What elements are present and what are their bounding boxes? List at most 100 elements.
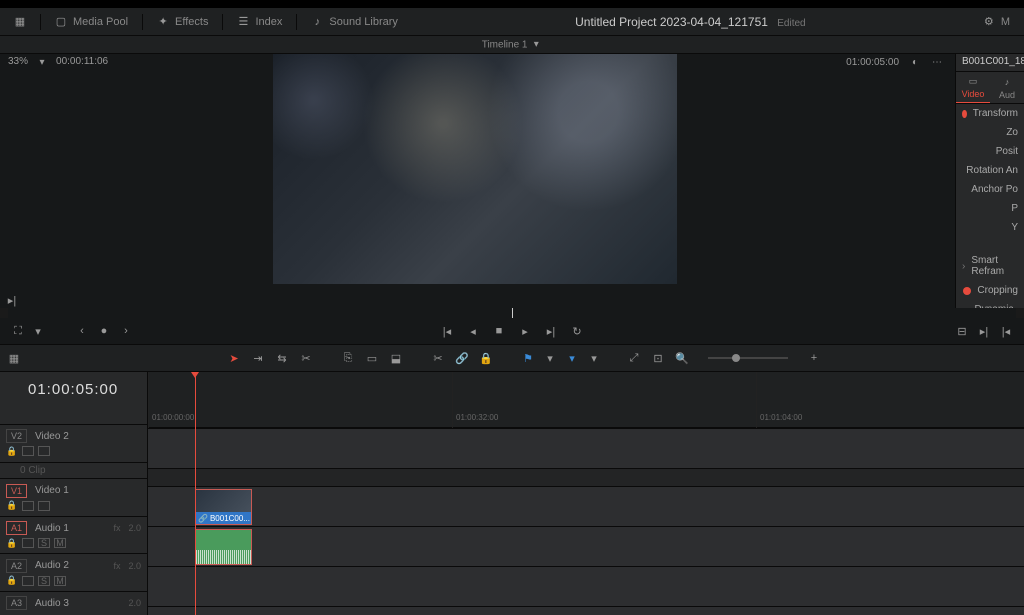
solo-button[interactable]: S <box>38 576 50 586</box>
selection-tool-icon[interactable]: ➤ <box>228 352 240 364</box>
track-enable-icon[interactable] <box>38 501 50 511</box>
inspector-pitch[interactable]: P <box>956 199 1024 218</box>
chevron-down-icon[interactable]: ▾ <box>34 325 42 337</box>
track-tag[interactable]: A3 <box>6 596 27 610</box>
track-row-v2[interactable] <box>148 428 1024 468</box>
track-row-a1[interactable] <box>148 526 1024 566</box>
bypass-icon[interactable]: ◐ <box>909 56 921 68</box>
track-row-a2[interactable] <box>148 566 1024 606</box>
source-timecode[interactable]: 00:00:11:06 <box>56 56 108 68</box>
inspector-transform[interactable]: Transform <box>956 104 1024 123</box>
menubar[interactable] <box>0 0 1024 8</box>
nav-dot-icon[interactable]: ● <box>98 325 110 337</box>
inspector-zoom[interactable]: Zo <box>956 123 1024 142</box>
next-clip-icon[interactable]: ▸| <box>978 325 990 337</box>
track-tag[interactable]: A2 <box>6 559 27 573</box>
insert-icon[interactable]: ⎘ <box>342 352 354 364</box>
auto-select-icon[interactable] <box>22 538 34 548</box>
blade-tool-icon[interactable]: ✂ <box>300 352 312 364</box>
timeline-timecode[interactable]: 01:00:05:00 <box>0 372 147 407</box>
timeline-name[interactable]: Timeline 1 <box>482 39 528 50</box>
nav-prev-icon[interactable]: ‹ <box>76 325 88 337</box>
track-head-v2[interactable]: V2Video 2 🔒 <box>0 424 147 462</box>
mute-button[interactable]: M <box>54 576 66 586</box>
replace-icon[interactable]: ⬓ <box>390 352 402 364</box>
audio-clip[interactable] <box>195 529 252 565</box>
auto-select-icon[interactable] <box>22 576 34 586</box>
lock-icon[interactable]: 🔒 <box>6 500 18 512</box>
dynamic-trim-icon[interactable]: ⇆ <box>276 352 288 364</box>
track-row-v1[interactable]: 🔗B001C00... <box>148 486 1024 526</box>
zoom-detail-icon[interactable]: ⊡ <box>652 352 664 364</box>
overwrite-icon[interactable]: ▭ <box>366 352 378 364</box>
timeline-tracks[interactable]: 01:00:00:00 01:00:32:00 01:01:04:00 🔗B00… <box>148 372 1024 615</box>
lock-icon[interactable]: 🔒 <box>6 445 18 457</box>
chevron-down-icon[interactable]: ▾ <box>546 352 554 364</box>
track-tag[interactable]: V2 <box>6 429 27 443</box>
inspector-position[interactable]: Posit <box>956 142 1024 161</box>
match-frame-icon[interactable]: ⊟ <box>956 325 968 337</box>
zoom-custom-icon[interactable]: 🔍 <box>676 352 688 364</box>
lock-icon[interactable]: 🔒 <box>6 575 18 587</box>
preview-monitor[interactable] <box>273 54 677 284</box>
track-enable-icon[interactable] <box>38 446 50 456</box>
timeline-ruler[interactable]: 01:00:00:00 01:00:32:00 01:01:04:00 <box>148 410 1024 428</box>
inspector-smart-reframe[interactable]: ›Smart Refram <box>956 251 1024 281</box>
chevron-down-icon[interactable]: ▾ <box>530 39 542 51</box>
inspector-dynamic-zoom[interactable]: Dynamic Zo <box>956 300 1024 308</box>
nav-next-icon[interactable]: › <box>120 325 132 337</box>
track-head-v1[interactable]: V1Video 1 🔒 <box>0 478 147 516</box>
auto-select-icon[interactable] <box>22 501 34 511</box>
jump-end-icon[interactable]: ▸| <box>6 294 18 306</box>
lock-icon[interactable]: 🔒 <box>480 352 492 364</box>
go-end-icon[interactable]: ▸| <box>545 325 557 337</box>
options-icon[interactable]: ⋯ <box>931 56 943 68</box>
track-tag[interactable]: V1 <box>6 484 27 498</box>
track-row-v2b[interactable] <box>148 468 1024 486</box>
index-button[interactable]: ☰Index <box>227 12 292 32</box>
timeline-view-icon[interactable]: ▦ <box>8 352 20 364</box>
loop-icon[interactable]: ↻ <box>571 325 583 337</box>
viewer-scrubber[interactable] <box>8 308 1016 318</box>
go-start-icon[interactable]: |◂ <box>441 325 453 337</box>
inspector-cropping[interactable]: Cropping <box>956 281 1024 300</box>
lock-icon[interactable]: 🔒 <box>6 537 18 549</box>
track-row-a3[interactable] <box>148 606 1024 615</box>
zoom-in-icon[interactable]: + <box>808 352 820 364</box>
toggle-dot-icon[interactable] <box>962 110 967 118</box>
play-icon[interactable]: ▸ <box>519 325 531 337</box>
chevron-down-icon[interactable]: ▾ <box>38 56 46 68</box>
trim-tool-icon[interactable]: ⇥ <box>252 352 264 364</box>
zoom-fit-icon[interactable]: ⤢ <box>628 352 640 364</box>
flag-icon[interactable]: ⚑ <box>522 352 534 364</box>
sound-library-button[interactable]: ♪Sound Library <box>301 12 408 32</box>
track-head-a2[interactable]: A2Audio 2fx2.0 🔒SM <box>0 553 147 591</box>
toggle-dot-icon[interactable] <box>963 287 971 295</box>
workspace-toggle-button[interactable]: ▦ <box>4 12 36 32</box>
track-head-a1[interactable]: A1Audio 1fx2.0 🔒SM <box>0 516 147 554</box>
track-head-a3[interactable]: A3Audio 32.0 <box>0 591 147 615</box>
solo-button[interactable]: S <box>38 538 50 548</box>
razor-icon[interactable]: ✂ <box>432 352 444 364</box>
playhead[interactable] <box>195 372 196 615</box>
inspector-anchor[interactable]: Anchor Po <box>956 180 1024 199</box>
viewer-zoom[interactable]: 33% <box>8 56 28 68</box>
zoom-slider[interactable] <box>708 357 788 359</box>
mute-button[interactable]: M <box>54 538 66 548</box>
inspector-rotation[interactable]: Rotation An <box>956 161 1024 180</box>
effects-button[interactable]: ✦Effects <box>147 12 218 32</box>
inspector-yaw[interactable]: Y <box>956 218 1024 237</box>
record-timecode[interactable]: 01:00:05:00 <box>846 57 899 68</box>
inspector-tab-audio[interactable]: ♪Aud <box>990 72 1024 103</box>
auto-select-icon[interactable] <box>22 446 34 456</box>
video-clip[interactable]: 🔗B001C00... <box>195 489 252 525</box>
marker-icon[interactable]: ▾ <box>566 352 578 364</box>
stop-icon[interactable]: ■ <box>493 325 505 337</box>
track-tag[interactable]: A1 <box>6 521 27 535</box>
link-icon[interactable]: 🔗 <box>456 352 468 364</box>
media-pool-button[interactable]: ▢Media Pool <box>45 12 138 32</box>
step-back-icon[interactable]: ◂ <box>467 325 479 337</box>
chevron-down-icon[interactable]: ▾ <box>590 352 598 364</box>
prev-clip-icon[interactable]: |◂ <box>1000 325 1012 337</box>
inspector-tab-video[interactable]: ▭Video <box>956 72 990 103</box>
